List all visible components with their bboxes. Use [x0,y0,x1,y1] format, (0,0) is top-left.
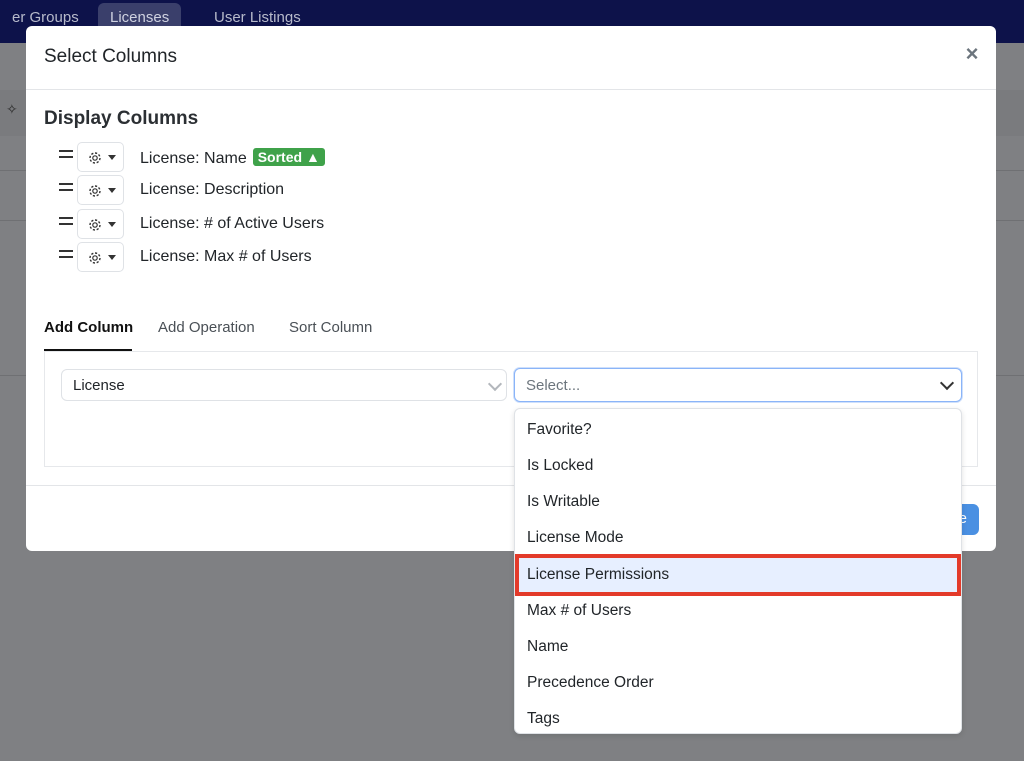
tab-sort-column[interactable]: Sort Column [289,319,372,336]
column-row: License: Name Sorted ▲ [59,142,659,172]
display-columns-heading: Display Columns [44,108,199,129]
column-row: License: Max # of Users [59,242,659,272]
option-precedence-order[interactable]: Precedence Order [515,665,961,701]
tab-add-operation[interactable]: Add Operation [158,319,255,336]
modal-header: Select Columns × [26,26,996,90]
column-label: License: Name Sorted ▲ [140,148,325,168]
gear-icon [89,152,101,164]
option-license-mode[interactable]: License Mode [515,520,961,556]
drag-handle-icon[interactable] [59,250,73,260]
column-row: License: Description [59,175,659,205]
field-select-placeholder: Select... [526,377,581,394]
drag-handle-icon[interactable] [59,183,73,193]
entity-select[interactable]: License [61,369,507,401]
option-favorite[interactable]: Favorite? [515,412,961,448]
column-label: License: Description [140,181,285,198]
tab-add-column[interactable]: Add Column [44,319,133,336]
chevron-down-icon [939,375,955,391]
modal-title: Select Columns [44,46,178,67]
chevron-down-icon [487,376,503,392]
caret-down-icon [108,188,116,193]
column-label: License: # of Active Users [140,215,325,232]
column-label: License: Max # of Users [140,248,312,265]
gear-icon [89,185,101,197]
option-is-writable[interactable]: Is Writable [515,484,961,520]
option-max-users[interactable]: Max # of Users [515,593,961,629]
highlight-annotation-box [515,554,961,596]
field-select[interactable]: Select... [514,368,962,402]
caret-down-icon [108,255,116,260]
option-name[interactable]: Name [515,629,961,665]
option-tags[interactable]: Tags [515,701,961,733]
column-settings-button[interactable] [77,175,124,205]
column-settings-button[interactable] [77,242,124,272]
close-icon[interactable]: × [962,43,982,65]
drag-handle-icon[interactable] [59,150,73,160]
gear-icon [89,252,101,264]
caret-down-icon [108,222,116,227]
gear-icon [89,219,101,231]
sparkle-icon: ✧ [6,101,18,117]
column-settings-button[interactable] [77,209,124,239]
column-settings-button[interactable] [77,142,124,172]
drag-handle-icon[interactable] [59,217,73,227]
entity-select-value: License [73,377,125,394]
column-row: License: # of Active Users [59,209,659,239]
sorted-badge: Sorted ▲ [252,148,325,166]
option-is-locked[interactable]: Is Locked [515,448,961,484]
caret-down-icon [108,155,116,160]
